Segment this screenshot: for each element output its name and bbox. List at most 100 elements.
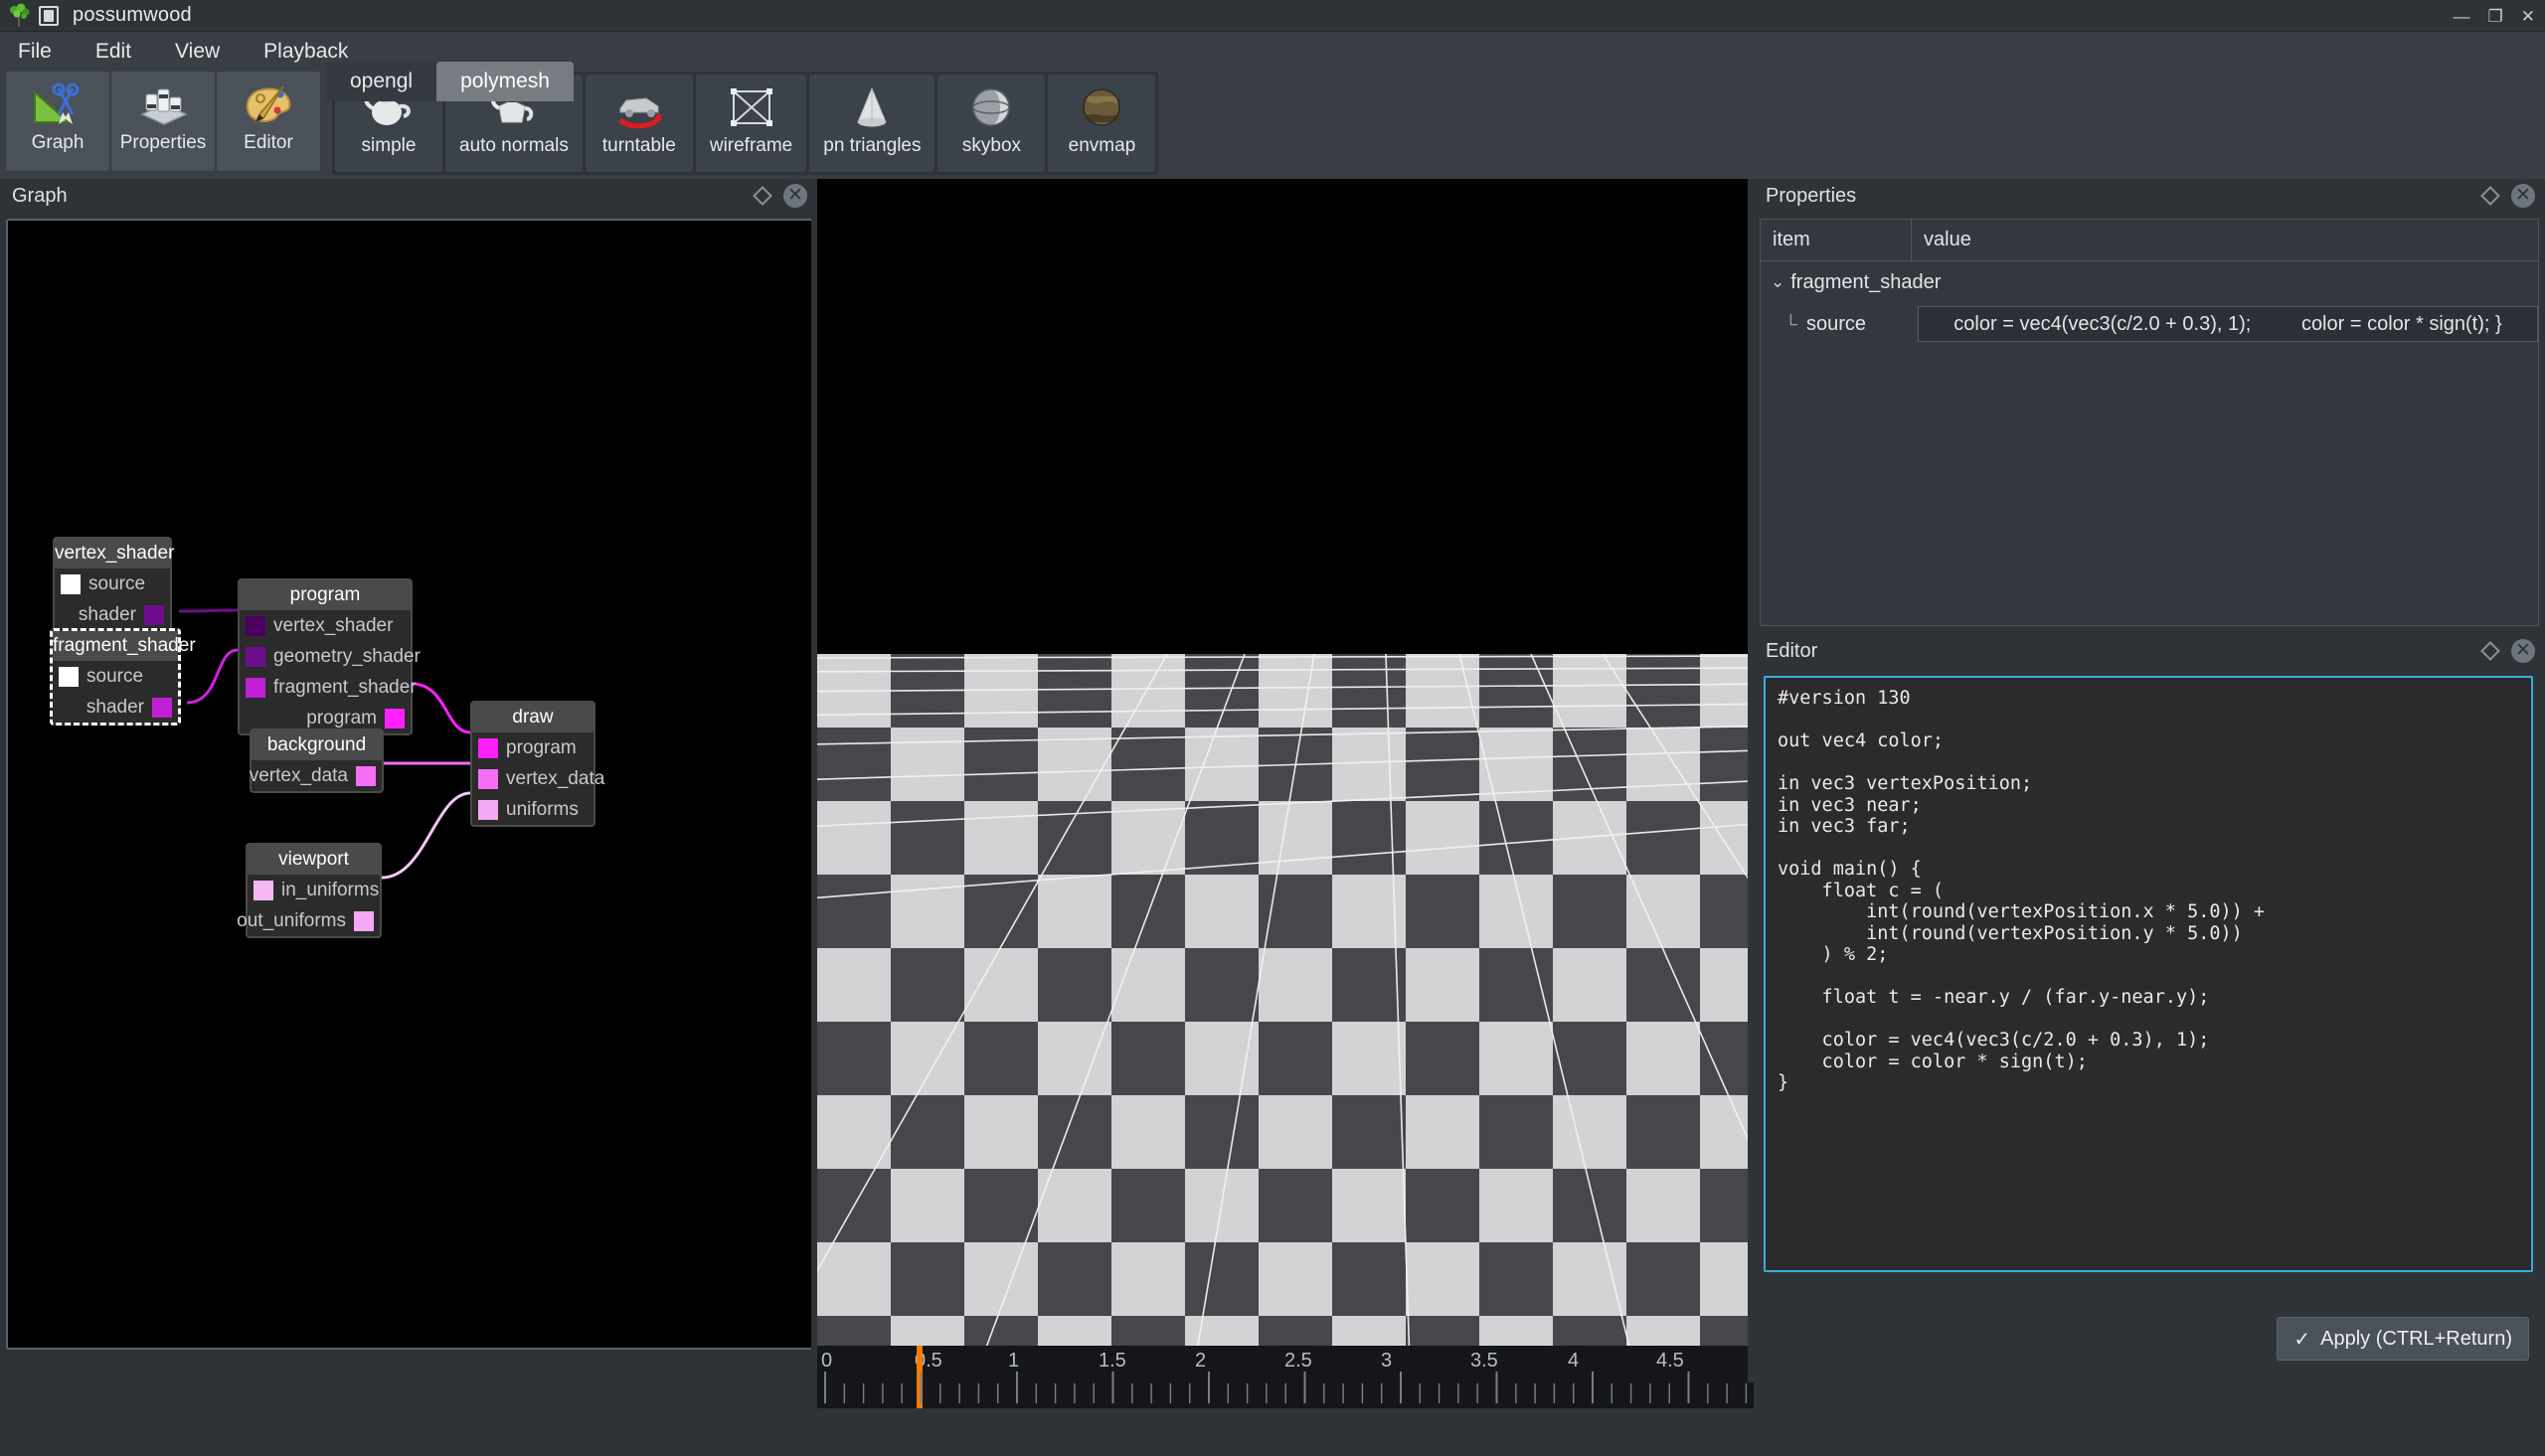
port-pin[interactable]	[356, 765, 376, 786]
editor-button[interactable]: Editor	[217, 72, 320, 171]
port-pin[interactable]	[152, 697, 172, 718]
envmap-button[interactable]: envmap	[1048, 75, 1156, 172]
menu-view[interactable]: View	[153, 32, 242, 72]
port-label: shader	[78, 603, 136, 625]
port-pin[interactable]	[385, 708, 405, 728]
close-icon[interactable]: ✕	[783, 184, 807, 208]
port-pin[interactable]	[59, 666, 79, 687]
column-header-value[interactable]: value	[1912, 220, 2538, 260]
node-fragment-shader[interactable]: fragment_shader source shader	[50, 628, 196, 726]
close-icon[interactable]: ✕	[2511, 184, 2535, 208]
port-pin[interactable]	[478, 768, 498, 789]
property-value-field[interactable]: color = vec4(vec3(c/2.0 + 0.3), 1); colo…	[1918, 306, 2538, 342]
tree-elbow-icon: └	[1784, 313, 1797, 334]
turntable-button[interactable]: turntable	[585, 75, 693, 172]
port-row[interactable]: shader	[53, 692, 178, 723]
properties-button-label: Properties	[119, 132, 207, 153]
node-viewport[interactable]: viewport in_uniforms out_uniforms	[237, 843, 382, 938]
code-editor-text: #version 130 out vec4 color; in vec3 ver…	[1778, 688, 2266, 1093]
port-pin[interactable]	[354, 910, 374, 931]
port-row[interactable]: program	[472, 732, 594, 763]
port-label: source	[86, 665, 144, 687]
maximize-button[interactable]: ❐	[2488, 8, 2503, 25]
viewport-panel[interactable]: 0 0.5 1 1.5 2 2.5 3 3.5 4 4.5	[817, 179, 1754, 1456]
node-draw[interactable]: draw program vertex_data uniforms	[470, 701, 604, 827]
editor-panel-title: Editor	[1766, 639, 1818, 662]
properties-panel-title: Properties	[1766, 184, 1857, 207]
port-row[interactable]: vertex_shader	[240, 610, 411, 641]
properties-table[interactable]: item value ⌄ fragment_shader └ source co…	[1760, 219, 2539, 626]
port-row[interactable]: vertex_data	[250, 760, 382, 791]
auto-normals-button-label: auto normals	[459, 135, 569, 156]
port-pin[interactable]	[478, 799, 498, 820]
property-name: fragment_shader	[1790, 270, 1942, 293]
timeline-ticks	[824, 1372, 1748, 1403]
port-pin[interactable]	[254, 880, 273, 900]
port-pin[interactable]	[246, 646, 265, 667]
menu-edit[interactable]: Edit	[74, 32, 153, 72]
close-button[interactable]: ✕	[2521, 8, 2535, 25]
menu-bar: File Edit View Playback opengl polymesh	[0, 32, 2545, 101]
table-header: item value	[1761, 220, 2538, 261]
port-row[interactable]: source	[55, 568, 170, 599]
tab-strip: opengl polymesh	[326, 62, 574, 101]
column-header-item[interactable]: item	[1761, 220, 1912, 260]
port-row[interactable]: geometry_shader	[240, 641, 421, 672]
gl-viewport[interactable]: 0 0.5 1 1.5 2 2.5 3 3.5 4 4.5	[817, 179, 1754, 1456]
tab-polymesh[interactable]: polymesh	[436, 62, 574, 101]
title-bar: possumwood — ❐ ✕	[0, 0, 2545, 32]
apply-button[interactable]: ✓ Apply (CTRL+Return)	[2277, 1317, 2529, 1361]
minimize-button[interactable]: —	[2454, 8, 2470, 25]
viewport-checker-floor	[817, 654, 1754, 1456]
port-row[interactable]: source	[53, 661, 178, 692]
port-row[interactable]: fragment_shader	[240, 672, 417, 703]
node-title: background	[252, 730, 382, 760]
port-row[interactable]: shader	[55, 599, 170, 630]
node-vertex-shader[interactable]: vertex_shader source shader	[53, 537, 174, 632]
port-row[interactable]: out_uniforms	[237, 905, 380, 936]
wireframe-button[interactable]: wireframe	[695, 75, 807, 172]
properties-button[interactable]: Properties	[111, 72, 215, 171]
port-label: out_uniforms	[237, 909, 346, 931]
node-background[interactable]: background vertex_data	[250, 728, 384, 793]
window-title: possumwood	[73, 4, 192, 26]
editor-palette-icon	[240, 81, 297, 128]
port-row[interactable]: uniforms	[472, 794, 594, 825]
port-label: fragment_shader	[273, 676, 417, 698]
port-pin[interactable]	[144, 604, 164, 625]
graph-button[interactable]: Graph	[6, 72, 109, 171]
sphere-skybox-icon	[964, 82, 1018, 132]
graph-panel-title: Graph	[12, 184, 68, 207]
float-diamond-icon[interactable]	[753, 186, 772, 206]
port-label: in_uniforms	[281, 879, 380, 900]
column-label: item	[1773, 229, 1810, 250]
properties-panel: Properties ✕ item value ⌄ fragment_shade…	[1754, 179, 2545, 634]
skybox-button[interactable]: skybox	[937, 75, 1046, 172]
port-row[interactable]: in_uniforms	[248, 875, 380, 905]
float-diamond-icon[interactable]	[2480, 186, 2500, 206]
pn-triangles-button[interactable]: pn triangles	[809, 75, 935, 172]
float-diamond-icon[interactable]	[2480, 641, 2500, 661]
column-label: value	[1924, 229, 1971, 250]
tab-opengl[interactable]: opengl	[326, 62, 437, 101]
chevron-down-icon[interactable]: ⌄	[1771, 272, 1784, 292]
timeline-ruler[interactable]: 0 0.5 1 1.5 2 2.5 3 3.5 4 4.5	[817, 1346, 1754, 1408]
properties-sliders-icon	[134, 81, 192, 128]
node-title: draw	[472, 703, 594, 732]
table-row[interactable]: └ source color = vec4(vec3(c/2.0 + 0.3),…	[1761, 303, 2538, 345]
port-row[interactable]: vertex_data	[472, 763, 604, 794]
node-program[interactable]: program vertex_shader geometry_shader fr…	[238, 578, 421, 735]
value-fragment-left: color = vec4(vec3(c/2.0 + 0.3), 1);	[1953, 312, 2252, 335]
table-row[interactable]: ⌄ fragment_shader	[1761, 261, 2538, 303]
menu-file[interactable]: File	[0, 32, 74, 72]
port-pin[interactable]	[246, 615, 265, 636]
port-pin[interactable]	[478, 737, 498, 758]
code-editor[interactable]: #version 130 out vec4 color; in vec3 ver…	[1764, 676, 2533, 1272]
port-pin[interactable]	[246, 677, 265, 698]
port-pin[interactable]	[61, 573, 81, 594]
skybox-button-label: skybox	[961, 135, 1022, 156]
close-icon[interactable]: ✕	[2511, 639, 2535, 663]
graph-ruler-scissors-icon	[29, 81, 86, 128]
port-label: program	[506, 736, 577, 758]
graph-canvas[interactable]: vertex_shader source shader fragment_sha…	[6, 219, 813, 1350]
